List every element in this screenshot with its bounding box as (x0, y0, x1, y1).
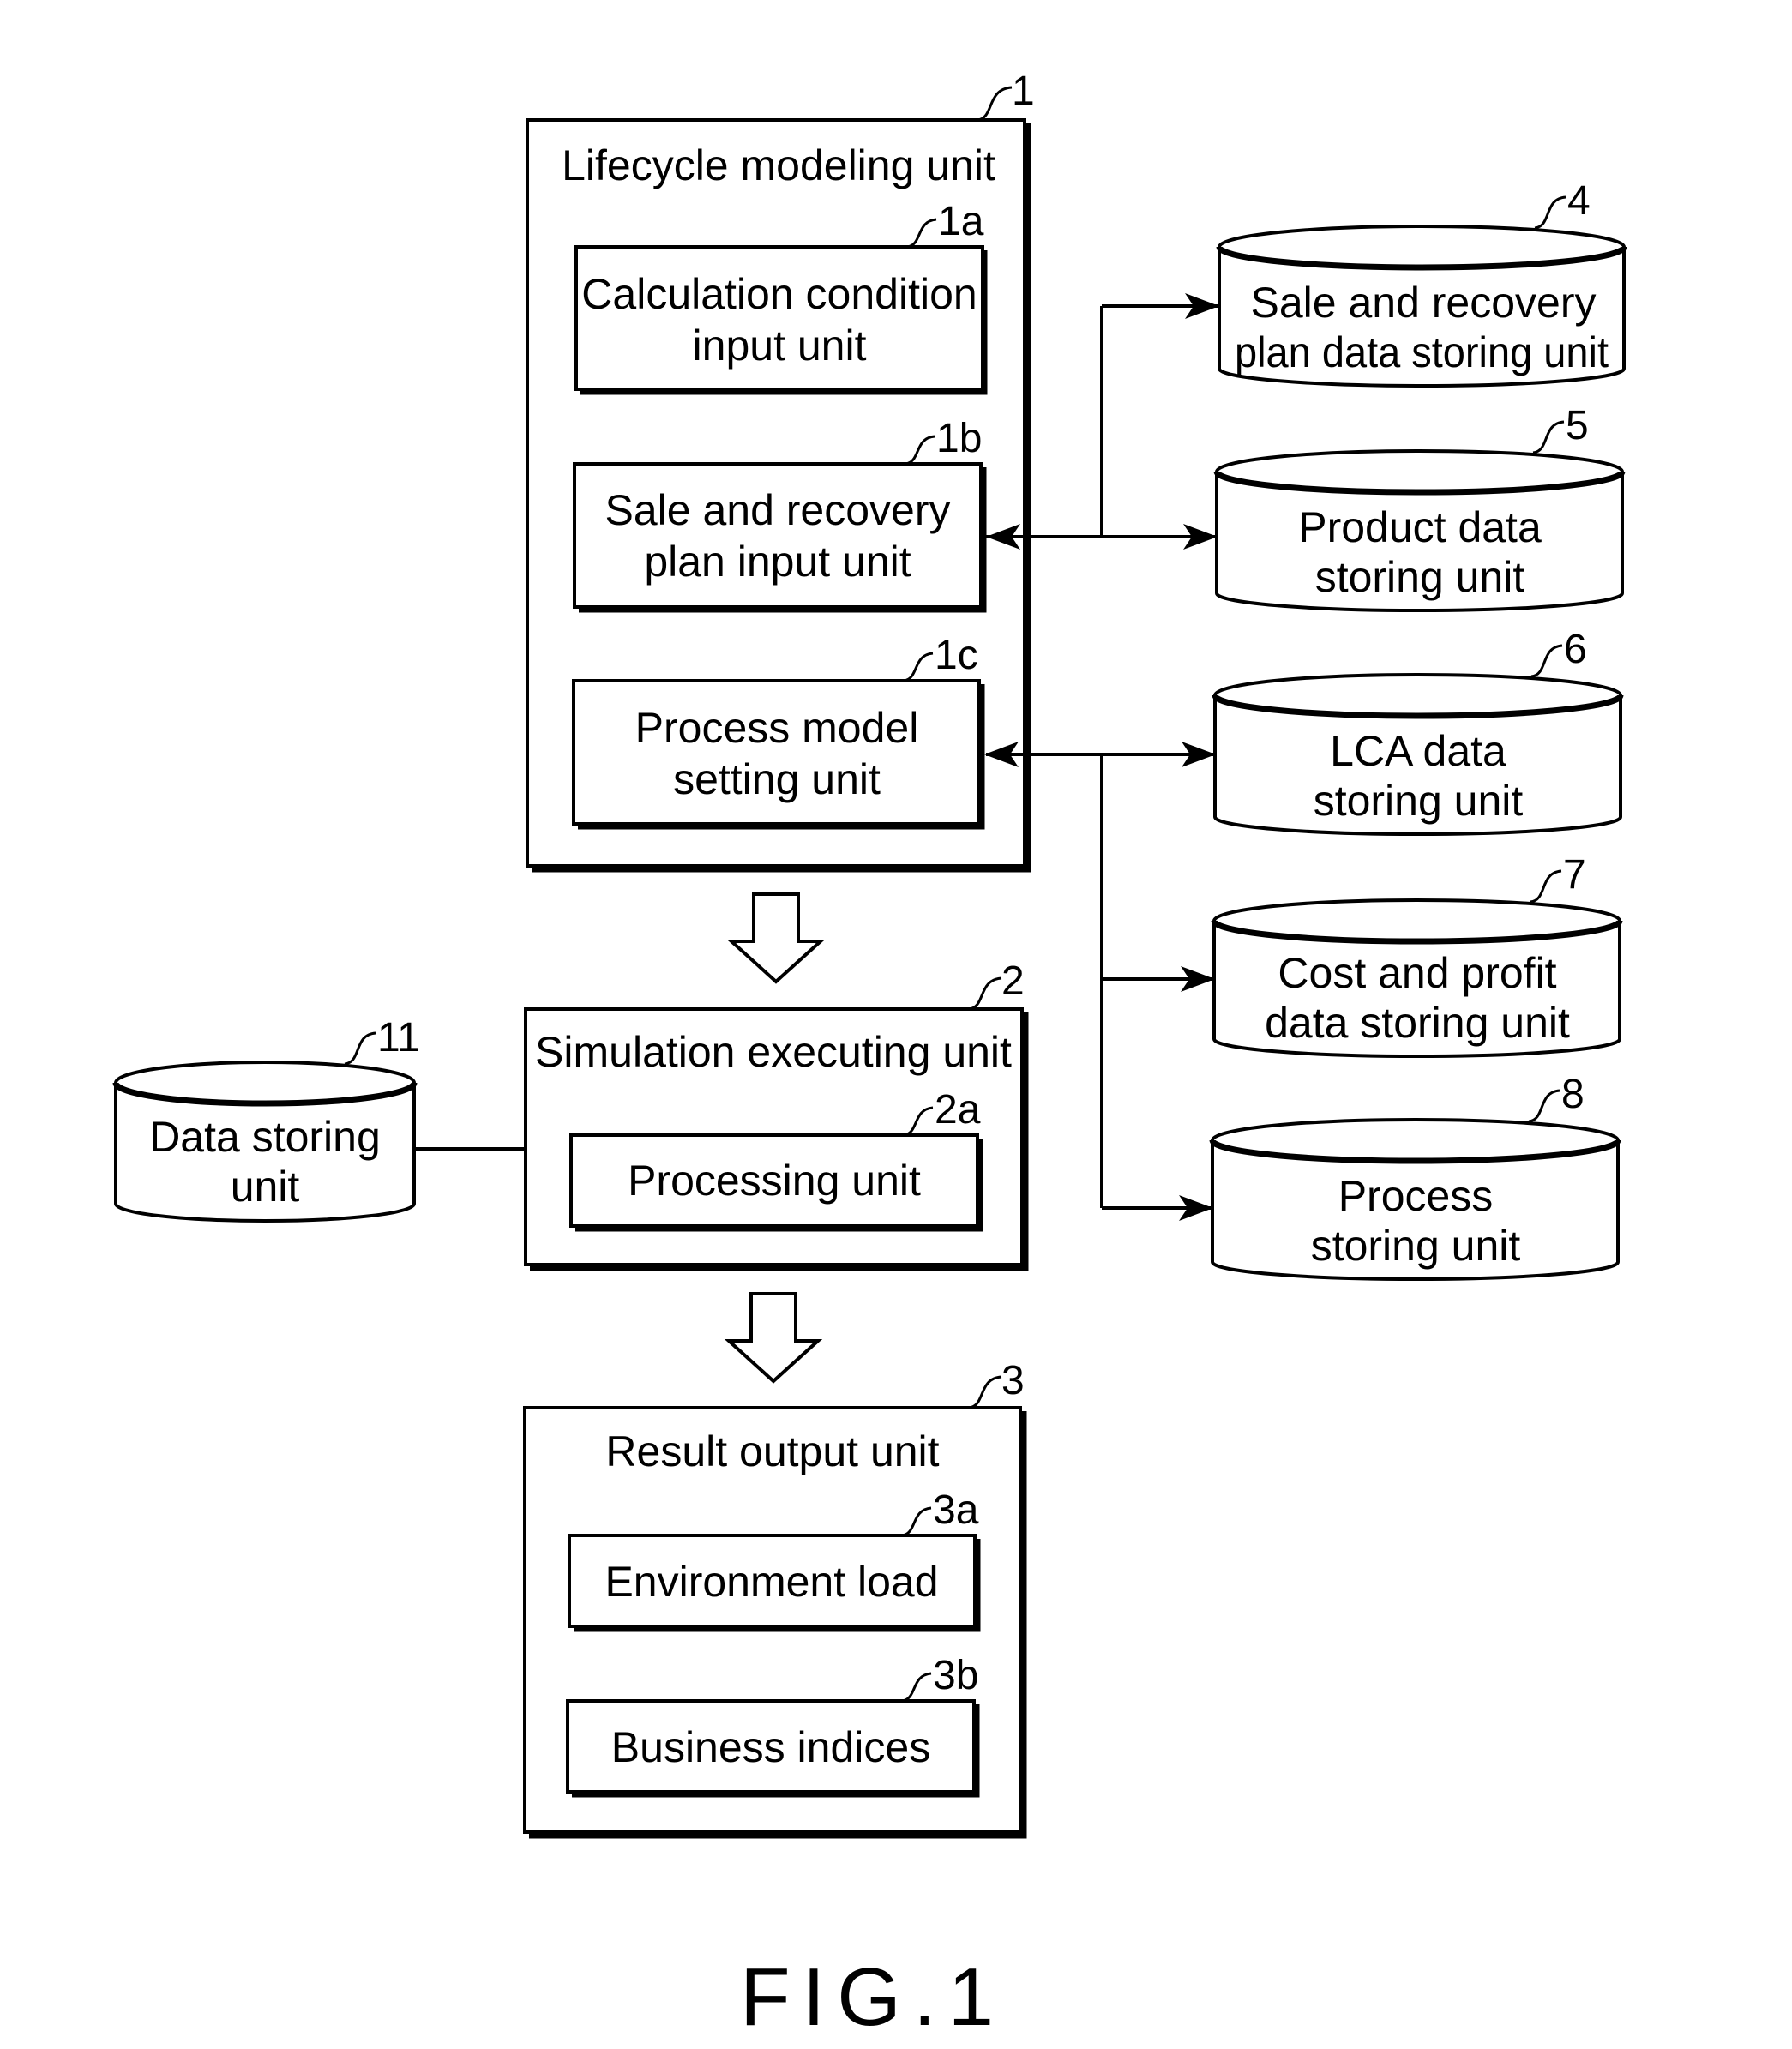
store-4-line-2: plan data storing unit (1235, 328, 1609, 376)
store-5-line-2: storing unit (1315, 553, 1525, 601)
ref-label-5: 5 (1566, 403, 1589, 448)
calc-input-line-2: input unit (693, 321, 867, 370)
data-storing-unit: Data storing unit 11 (112, 1015, 420, 1223)
store-8-line-2: storing unit (1311, 1222, 1521, 1270)
ref-label-2a: 2a (935, 1087, 981, 1133)
process-model-line-2: setting unit (673, 755, 881, 803)
lifecycle-modeling-unit-title: Lifecycle modeling unit (562, 141, 995, 189)
ref-label-3b: 3b (933, 1653, 978, 1698)
processing-unit-label: Processing unit (628, 1157, 921, 1205)
ref-label-11: 11 (377, 1015, 420, 1061)
flow-arrow-down-2 (724, 1292, 823, 1384)
store-7-line-2: data storing unit (1265, 999, 1570, 1047)
business-indices-label: Business indices (611, 1723, 930, 1771)
ref-label-3: 3 (1001, 1358, 1025, 1403)
block-diagram: Lifecycle modeling unit 1 Calculation co… (112, 69, 1627, 2043)
ref-label-7: 7 (1563, 852, 1586, 898)
flow-arrow-down-1 (726, 892, 826, 984)
process-model-line-1: Process model (635, 704, 919, 752)
store-6-line-1: LCA data (1330, 727, 1506, 775)
store-8-line-1: Process (1338, 1172, 1494, 1220)
sale-recovery-plan-data-store: Sale and recovery plan data storing unit… (1216, 178, 1627, 388)
store-4-line-1: Sale and recovery (1250, 279, 1596, 327)
store-5-line-1: Product data (1298, 503, 1542, 551)
store-11-line-1: Data storing (149, 1113, 381, 1161)
result-output-unit-title: Result output unit (605, 1427, 939, 1475)
store-6-line-2: storing unit (1314, 777, 1524, 825)
ref-label-3a: 3a (933, 1487, 979, 1533)
sale-plan-input-line-2: plan input unit (644, 538, 911, 586)
simulation-executing-unit-title: Simulation executing unit (535, 1028, 1012, 1076)
ref-label-1a: 1a (938, 199, 984, 244)
cost-profit-data-store: Cost and profit data storing unit 7 (1211, 852, 1623, 1059)
ref-label-4: 4 (1567, 178, 1591, 224)
product-data-store: Product data storing unit 5 (1213, 403, 1626, 613)
ref-label-1b: 1b (936, 416, 982, 461)
figure-caption: FIG.1 (740, 1951, 1006, 2043)
calc-input-line-1: Calculation condition (581, 270, 977, 318)
ref-label-1: 1 (1012, 69, 1035, 114)
process-store: Process storing unit 8 (1209, 1072, 1621, 1282)
lca-data-store: LCA data storing unit 6 (1212, 627, 1624, 837)
ref-label-6: 6 (1564, 627, 1587, 672)
environment-load-label: Environment load (604, 1558, 938, 1606)
sale-plan-input-line-1: Sale and recovery (604, 486, 950, 534)
ref-label-8: 8 (1561, 1072, 1585, 1117)
ref-label-2: 2 (1001, 958, 1025, 1004)
ref-label-1c: 1c (935, 633, 978, 678)
store-11-line-2: unit (231, 1163, 300, 1211)
store-7-line-1: Cost and profit (1278, 949, 1556, 997)
